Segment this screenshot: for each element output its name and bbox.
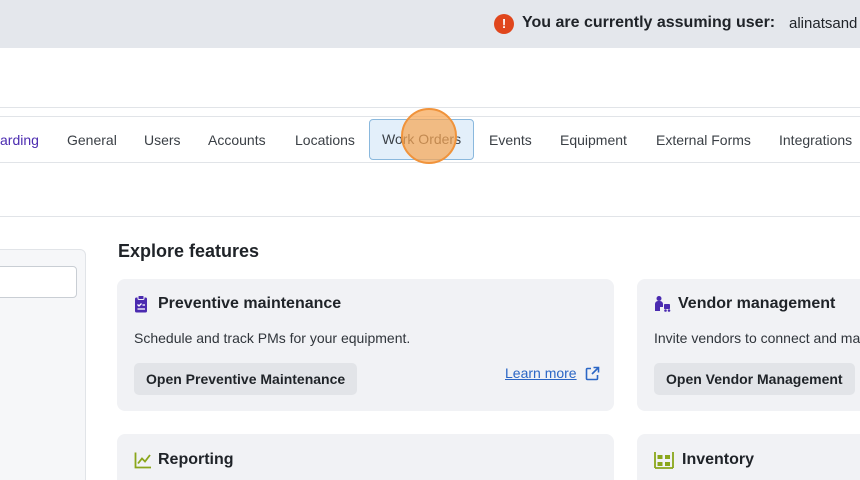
impersonation-banner: ! You are currently assuming user: alina… [0,0,860,48]
tab-users[interactable]: Users [144,120,181,160]
clipboard-icon [134,295,152,313]
settings-tabs: arding General Users Accounts Locations … [0,116,860,162]
card-head-inventory: Inventory [654,451,754,469]
card-head-preventive-maintenance: Preventive maintenance [134,295,341,313]
tab-general[interactable]: General [67,120,117,160]
tab-work-orders[interactable]: Work Orders [369,119,475,160]
chart-line-icon [134,451,152,469]
card-title: Preventive maintenance [158,295,342,312]
header-divider [0,107,860,108]
card-title: Vendor management [678,295,836,312]
app-root: ! You are currently assuming user: alina… [0,0,860,480]
card-description: Schedule and track PMs for your equipmen… [134,330,411,346]
open-preventive-maintenance-button[interactable]: Open Preventive Maintenance [134,363,358,395]
tabs-top-divider [0,116,860,117]
tab-locations[interactable]: Locations [295,120,355,160]
banner-message: You are currently assuming user: [522,14,776,31]
tab-onboarding[interactable]: arding [0,120,39,160]
card-title: Inventory [682,451,755,468]
card-head-reporting: Reporting [134,451,234,469]
alert-icon: ! [494,14,514,34]
banner-user: alinatsand [789,15,858,32]
tabs-bottom-divider [0,162,860,163]
tab-accounts[interactable]: Accounts [208,120,266,160]
card-title: Reporting [158,451,234,468]
card-description: Invite vendors to connect and ma [654,330,860,346]
inventory-icon [654,451,676,469]
vendor-icon [654,295,672,313]
content-divider [0,216,860,217]
tab-events[interactable]: Events [489,120,532,160]
tab-integrations[interactable]: Integrations [779,120,852,160]
learn-more-label: Learn more [505,365,577,381]
open-vendor-management-button[interactable]: Open Vendor Management [654,363,855,395]
learn-more-link[interactable]: Learn more [505,365,600,381]
explore-features-title: Explore features [118,241,260,261]
card-head-vendor-management: Vendor management [654,295,835,313]
tab-equipment[interactable]: Equipment [560,120,627,160]
external-link-icon [585,366,599,380]
tab-external-forms[interactable]: External Forms [656,120,751,160]
side-search-input[interactable] [0,266,77,298]
